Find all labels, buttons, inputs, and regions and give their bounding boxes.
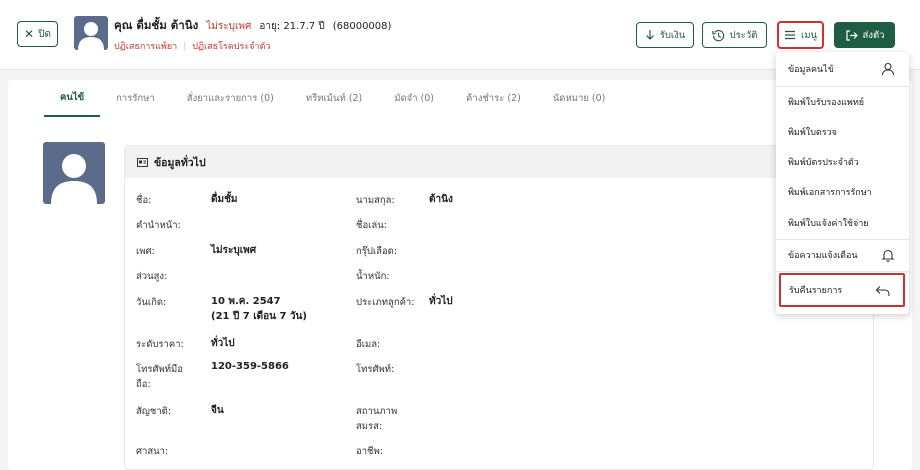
label-birthdate: วันเกิด: bbox=[136, 297, 167, 308]
label-gender: เพศ: bbox=[136, 246, 155, 257]
history-button[interactable]: ประวัติ bbox=[702, 22, 767, 48]
label-mobile: โทรศัพท์มือ bbox=[136, 364, 183, 375]
general-info-header: ข้อมูลทั่วไป bbox=[125, 146, 873, 178]
hamburger-icon bbox=[784, 30, 795, 40]
patient-photo bbox=[43, 142, 105, 204]
tag-divider: | bbox=[183, 42, 187, 52]
label-prefix: คำนำหน้า: bbox=[136, 220, 181, 231]
patient-header-line: คุณ ดื่มชั้ม ต้านิง ไม่ระบุเพศ อายุ: 21.… bbox=[114, 17, 391, 35]
label-nickname: ชื่อเล่น: bbox=[356, 220, 387, 231]
menu-item-label: พิมพ์ใบรับรองแพทย์ bbox=[788, 98, 865, 108]
value-nationality: จีน bbox=[211, 405, 224, 416]
value-gender: ไม่ระบุเพศ bbox=[211, 245, 257, 256]
menu-dropdown: ข้อมูลคนไข้ พิมพ์ใบรับรองแพทย์ พิมพ์ใบตร… bbox=[776, 52, 909, 314]
menu-item-label: พิมพ์บัตรประจำตัว bbox=[788, 158, 859, 168]
send-arrow-icon bbox=[845, 29, 858, 41]
send-label: ส่งตัว bbox=[862, 29, 885, 41]
menu-item-label: ข้อมูลคนไข้ bbox=[788, 65, 834, 75]
close-button-label: ปิด bbox=[38, 28, 51, 40]
patient-tags: ปฏิเสธการแพ้ยา | ปฏิเสธโรคประจำตัว bbox=[114, 39, 270, 53]
tab-orders[interactable]: สั่งยาและรายการ (0) bbox=[171, 80, 290, 117]
label-email: อีเมล: bbox=[356, 339, 381, 350]
value-mobile: 120-359-5866 bbox=[211, 361, 289, 372]
history-label: ประวัติ bbox=[729, 29, 758, 41]
menu-button[interactable]: เมนู bbox=[777, 21, 824, 49]
patient-age: อายุ: 21.7.7 ปี bbox=[259, 21, 325, 32]
close-icon: ✕ bbox=[24, 27, 35, 41]
value-birthdate-age: (21 ปี 7 เดือน 7 วัน) bbox=[211, 311, 307, 322]
patient-hn: (68000008) bbox=[332, 21, 392, 32]
send-button[interactable]: ส่งตัว bbox=[834, 22, 895, 48]
patient-avatar bbox=[74, 16, 108, 50]
tab-treatment[interactable]: การรักษา bbox=[100, 80, 171, 117]
menu-item-print-invoice[interactable]: พิมพ์ใบแจ้งค่าใช้จ่าย bbox=[776, 208, 909, 238]
tab-patient[interactable]: คนไข้ bbox=[44, 80, 101, 117]
patient-name: คุณ ดื่มชั้ม ต้านิง bbox=[114, 18, 199, 32]
tab-bar: คนไข้ การรักษา สั่งยาและรายการ (0) ทรีทเ… bbox=[44, 80, 621, 117]
return-arrow-icon bbox=[875, 286, 890, 296]
label-blood: กรุ๊ปเลือด: bbox=[356, 246, 398, 257]
value-birthdate: 10 พ.ค. 2547 bbox=[211, 296, 281, 307]
menu-item-print-medical-cert[interactable]: พิมพ์ใบรับรองแพทย์ bbox=[776, 87, 909, 117]
menu-item-print-treatment-doc[interactable]: พิมพ์เอกสารการรักษา bbox=[776, 177, 909, 207]
person-silhouette-icon bbox=[78, 22, 104, 50]
value-price-level: ทั่วไป bbox=[211, 338, 235, 349]
label-phone: โทรศัพท์: bbox=[356, 364, 395, 375]
label-religion: ศาสนา: bbox=[136, 446, 169, 457]
general-info-panel: ข้อมูลทั่วไป ชื่อ: ดื่มชั้ม นามสกุล: ต้า… bbox=[124, 145, 874, 470]
value-surname: ต้านิง bbox=[429, 194, 453, 205]
menu-item-label: พิมพ์ใบแจ้งค่าใช้จ่าย bbox=[788, 219, 869, 229]
arrow-down-icon bbox=[645, 30, 654, 40]
label-price-level: ระดับราคา: bbox=[136, 339, 184, 350]
receive-payment-label: รับเงิน bbox=[659, 29, 686, 41]
menu-item-print-exam[interactable]: พิมพ์ใบตรวจ bbox=[776, 117, 909, 147]
label-name: ชื่อ: bbox=[136, 195, 152, 206]
menu-item-print-id-card[interactable]: พิมพ์บัตรประจำตัว bbox=[776, 147, 909, 177]
label-nationality: สัญชาติ: bbox=[136, 406, 172, 417]
label-mobile-cont: ถือ: bbox=[136, 379, 151, 390]
value-name: ดื่มชั้ม bbox=[211, 194, 238, 205]
tab-appointments[interactable]: นัดหมาย (0) bbox=[537, 80, 622, 117]
label-marital: สถานภาพ bbox=[356, 406, 398, 417]
bell-icon bbox=[881, 249, 895, 262]
label-height: ส่วนสูง: bbox=[136, 271, 168, 282]
patient-gender: ไม่ระบุเพศ bbox=[206, 21, 252, 32]
close-button[interactable]: ✕ ปิด bbox=[17, 21, 58, 47]
disease-tag: ปฏิเสธโรคประจำตัว bbox=[192, 42, 271, 52]
menu-label: เมนู bbox=[800, 29, 817, 41]
menu-item-label: ข้อความแจ้งเตือน bbox=[788, 251, 858, 261]
menu-item-notifications[interactable]: ข้อความแจ้งเตือน bbox=[776, 240, 909, 270]
menu-item-patient-info[interactable]: ข้อมูลคนไข้ bbox=[776, 54, 909, 84]
label-customer-type: ประเภทลูกค้า: bbox=[356, 297, 415, 308]
allergy-tag: ปฏิเสธการแพ้ยา bbox=[114, 42, 178, 52]
history-icon bbox=[711, 29, 724, 41]
general-info-title: ข้อมูลทั่วไป bbox=[154, 156, 206, 169]
tab-deposit[interactable]: มัดจำ (0) bbox=[378, 80, 450, 117]
person-silhouette-icon bbox=[51, 154, 97, 204]
menu-item-label: พิมพ์ใบตรวจ bbox=[788, 128, 837, 138]
id-card-icon bbox=[137, 157, 148, 167]
tab-treatments[interactable]: ทรีทเม้นท์ (2) bbox=[290, 80, 378, 117]
receive-payment-button[interactable]: รับเงิน bbox=[636, 22, 694, 48]
label-occupation: อาชีพ: bbox=[356, 446, 383, 457]
menu-item-return-items[interactable]: รับคืนรายการ bbox=[779, 273, 905, 307]
menu-divider bbox=[776, 271, 909, 272]
menu-item-label: พิมพ์เอกสารการรักษา bbox=[788, 188, 872, 198]
person-icon bbox=[881, 62, 895, 76]
label-surname: นามสกุล: bbox=[356, 195, 395, 206]
value-customer-type: ทั่วไป bbox=[429, 296, 453, 307]
tab-outstanding[interactable]: ค้างชำระ (2) bbox=[450, 80, 537, 117]
menu-item-label: รับคืนรายการ bbox=[789, 286, 843, 296]
label-marital-cont: สมรส: bbox=[356, 421, 383, 432]
label-weight: น้ำหนัก: bbox=[356, 271, 390, 282]
